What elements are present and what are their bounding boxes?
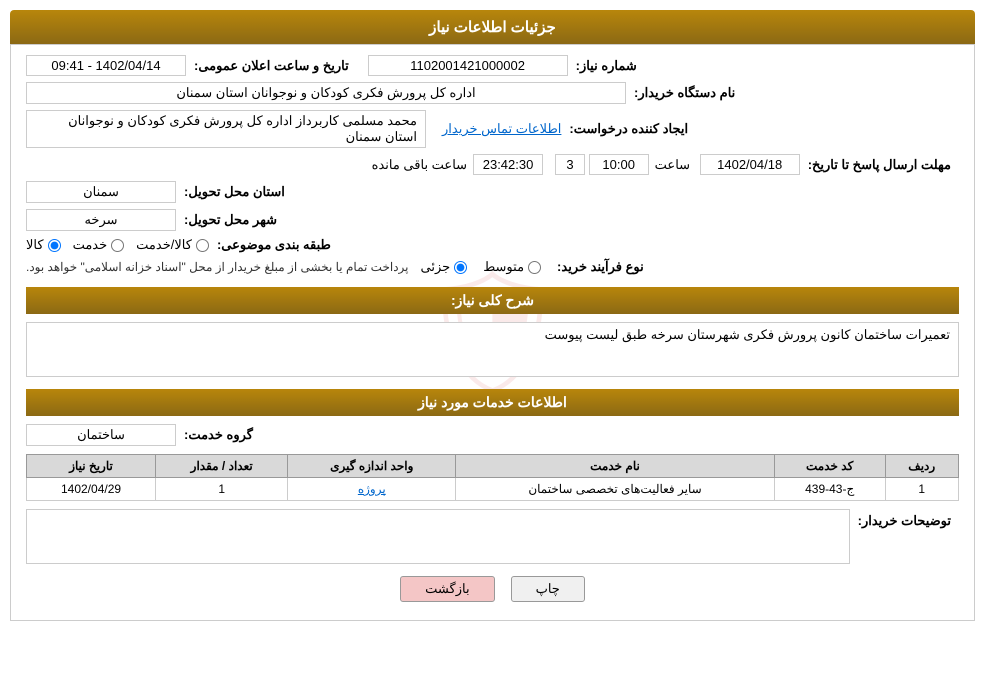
creator-row: ایجاد کننده درخواست: اطلاعات تماس خریدار… — [26, 110, 959, 148]
general-desc-row — [26, 322, 959, 377]
service-group-row: گروه خدمت: ساختمان — [26, 424, 959, 446]
buyer-desc-textarea[interactable] — [26, 509, 850, 564]
contact-info-link[interactable]: اطلاعات تماس خریدار — [442, 121, 561, 137]
radio-jazii-input[interactable] — [454, 261, 467, 274]
radio-khadamat: خدمت — [73, 237, 125, 253]
cell-name: سایر فعالیت‌های تخصصی ساختمان — [456, 478, 775, 501]
radio-kala-khadamat: کالا/خدمت — [136, 237, 209, 253]
city-value: سرخه — [26, 209, 176, 231]
radio-khadamat-label: خدمت — [73, 237, 108, 253]
page-title: جزئیات اطلاعات نیاز — [429, 19, 556, 36]
radio-kala-input[interactable] — [48, 239, 61, 252]
deadline-date: 1402/04/18 — [700, 154, 800, 175]
city-label: شهر محل تحویل: — [184, 212, 277, 228]
days-remaining: 3 — [555, 154, 585, 175]
process-radio-group: متوسط جزئی — [421, 259, 542, 275]
general-desc-section-title: شرح کلی نیاز: — [26, 287, 959, 314]
buyer-name-row: نام دستگاه خریدار: اداره کل پرورش فکری ک… — [26, 82, 959, 104]
need-number-label: شماره نیاز: — [576, 58, 637, 74]
deadline-time: 10:00 — [589, 154, 649, 175]
service-table: ردیف کد خدمت نام خدمت واحد اندازه گیری ت… — [26, 454, 959, 501]
cell-qty: 1 — [156, 478, 288, 501]
deadline-label: مهلت ارسال پاسخ تا تاریخ: — [808, 157, 951, 173]
radio-kala: کالا — [26, 237, 61, 253]
province-value: سمنان — [26, 181, 176, 203]
radio-kala-khadamat-label: کالا/خدمت — [136, 237, 192, 253]
radio-kala-label: کالا — [26, 237, 44, 253]
buyer-name-label: نام دستگاه خریدار: — [634, 85, 735, 101]
radio-kala-khadamat-input[interactable] — [196, 239, 209, 252]
button-row: چاپ بازگشت — [26, 576, 959, 602]
col-header-unit: واحد اندازه گیری — [288, 455, 456, 478]
cell-unit: پروژه — [288, 478, 456, 501]
announce-label: تاریخ و ساعت اعلان عمومی: — [194, 58, 349, 74]
col-header-qty: تعداد / مقدار — [156, 455, 288, 478]
radio-jazii-label: جزئی — [421, 259, 451, 275]
cell-row: 1 — [885, 478, 958, 501]
need-number-row: شماره نیاز: 1102001421000002 تاریخ و ساع… — [26, 55, 959, 76]
buyer-name-value: اداره کل پرورش فکری کودکان و نوجوانان اس… — [26, 82, 626, 104]
province-row: استان محل تحویل: سمنان — [26, 181, 959, 203]
table-row: 1 ج-43-439 سایر فعالیت‌های تخصصی ساختمان… — [27, 478, 959, 501]
col-header-code: کد خدمت — [774, 455, 885, 478]
service-group-value: ساختمان — [26, 424, 176, 446]
announce-date-value: 1402/04/14 - 09:41 — [26, 55, 186, 76]
radio-motovaset: متوسط — [483, 259, 541, 275]
col-header-name: نام خدمت — [456, 455, 775, 478]
cell-code: ج-43-439 — [774, 478, 885, 501]
creator-label: ایجاد کننده درخواست: — [569, 121, 688, 137]
col-header-row: ردیف — [885, 455, 958, 478]
buyer-desc-label: توضیحات خریدار: — [858, 509, 951, 529]
col-header-date: تاریخ نیاز — [27, 455, 156, 478]
process-row: نوع فرآیند خرید: متوسط جزئی پرداخت تمام … — [26, 259, 959, 275]
time-label: ساعت — [655, 157, 690, 173]
radio-khadamat-input[interactable] — [111, 239, 124, 252]
creator-value: محمد مسلمی کاربرداز اداره کل پرورش فکری … — [26, 110, 426, 148]
radio-jazii: جزئی — [421, 259, 468, 275]
services-section-title: اطلاعات خدمات مورد نیاز — [26, 389, 959, 416]
page-header: جزئیات اطلاعات نیاز — [10, 10, 975, 44]
city-row: شهر محل تحویل: سرخه — [26, 209, 959, 231]
process-label: نوع فرآیند خرید: — [557, 259, 644, 275]
back-button[interactable]: بازگشت — [400, 576, 494, 602]
time-remaining: 23:42:30 — [473, 154, 543, 175]
subject-label: طبقه بندی موضوعی: — [217, 237, 331, 253]
general-desc-textarea[interactable] — [26, 322, 959, 377]
radio-motovaset-label: متوسط — [483, 259, 524, 275]
subject-row: طبقه بندی موضوعی: کالا/خدمت خدمت کالا — [26, 237, 959, 253]
remaining-label: ساعت باقی مانده — [372, 157, 467, 173]
need-number-value: 1102001421000002 — [368, 55, 568, 76]
service-group-label: گروه خدمت: — [184, 427, 253, 443]
cell-date: 1402/04/29 — [27, 478, 156, 501]
subject-radio-group: کالا/خدمت خدمت کالا — [26, 237, 209, 253]
process-description: پرداخت تمام یا بخشی از مبلغ خریدار از مح… — [26, 260, 409, 274]
print-button[interactable]: چاپ — [511, 576, 585, 602]
deadline-row: مهلت ارسال پاسخ تا تاریخ: 1402/04/18 ساع… — [26, 154, 959, 175]
radio-motovaset-input[interactable] — [528, 261, 541, 274]
province-label: استان محل تحویل: — [184, 184, 285, 200]
buyer-desc-row: توضیحات خریدار: — [26, 509, 959, 564]
